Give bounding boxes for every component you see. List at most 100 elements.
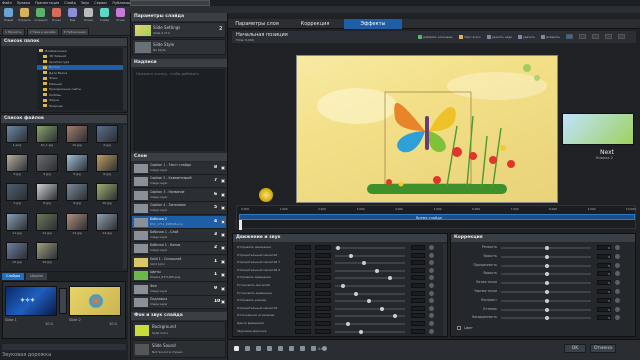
- view-mode-icon[interactable]: [591, 34, 599, 39]
- motion-field-a[interactable]: [295, 283, 311, 288]
- reset-icon[interactable]: [615, 280, 620, 286]
- motion-slider-knob[interactable]: [346, 322, 350, 326]
- motion-field-a[interactable]: [295, 275, 311, 281]
- timeline-playhead[interactable]: [239, 220, 242, 230]
- motion-field-b[interactable]: [315, 298, 331, 304]
- view-mode-icon[interactable]: [565, 34, 573, 39]
- slide-tab[interactable]: Шкала: [26, 273, 47, 280]
- motion-field-a[interactable]: [295, 305, 311, 311]
- file-item[interactable]: 6.jpg: [93, 154, 121, 181]
- layer-visible-checkbox[interactable]: [221, 206, 225, 211]
- motion-slider[interactable]: [335, 291, 405, 296]
- file-item[interactable]: 11.jpg: [3, 212, 31, 240]
- correction-slider[interactable]: [501, 298, 591, 303]
- motion-field-a[interactable]: [295, 267, 311, 273]
- file-item[interactable]: 10.jpg: [93, 183, 121, 210]
- layer-visible-checkbox[interactable]: [221, 259, 225, 264]
- editor-tab[interactable]: Коррекция: [286, 19, 344, 29]
- motion-field-b[interactable]: [315, 328, 331, 334]
- reset-icon[interactable]: [615, 271, 620, 277]
- editor-tab[interactable]: Параметры слоя: [228, 19, 286, 29]
- file-item[interactable]: 1.png: [3, 125, 31, 152]
- layer-visible-checkbox[interactable]: [221, 286, 225, 291]
- loop-icon[interactable]: [278, 346, 283, 351]
- motion-slider-knob[interactable]: [380, 306, 384, 311]
- motion-slider-knob[interactable]: [349, 253, 353, 258]
- cancel-button[interactable]: Отмена: [590, 344, 616, 353]
- preview-tool[interactable]: добавить: [541, 34, 560, 39]
- file-item[interactable]: 9.jpg: [63, 183, 91, 210]
- toolbar-button[interactable]: Слайд: [98, 8, 111, 22]
- motion-field-b[interactable]: [315, 283, 331, 288]
- layer-visible-checkbox[interactable]: [221, 246, 225, 251]
- file-item[interactable]: 10_1.jpg: [33, 125, 61, 152]
- correction-slider[interactable]: [501, 246, 591, 250]
- correction-slider-knob[interactable]: [545, 316, 549, 321]
- motion-slider-knob[interactable]: [362, 261, 366, 266]
- view-mode-icon[interactable]: [617, 34, 625, 39]
- motion-field-c[interactable]: [411, 283, 425, 288]
- reset-icon[interactable]: [429, 267, 434, 273]
- motion-field-b[interactable]: [315, 313, 331, 319]
- file-item[interactable]: 3.jpg: [3, 154, 31, 181]
- correction-value[interactable]: 0: [597, 289, 611, 294]
- color-checkbox[interactable]: [457, 326, 461, 330]
- correction-slider[interactable]: [501, 254, 591, 259]
- preview-canvas[interactable]: [296, 55, 558, 203]
- correction-slider-knob[interactable]: [545, 307, 549, 312]
- motion-field-b[interactable]: [315, 321, 331, 326]
- toolbar-button[interactable]: Сохранить: [34, 8, 48, 22]
- reset-icon[interactable]: [615, 245, 620, 250]
- file-item[interactable]: 16.jpg: [33, 241, 61, 269]
- reset-icon[interactable]: [615, 253, 620, 259]
- reset-icon[interactable]: [429, 328, 434, 334]
- layer-visible-checkbox[interactable]: [221, 233, 225, 237]
- layer-item[interactable]: Caption 1 - Текст слайда Image Layer 8: [132, 162, 226, 175]
- correction-value[interactable]: 0: [597, 306, 611, 312]
- reset-icon[interactable]: [429, 313, 434, 319]
- motion-field-a[interactable]: [295, 290, 311, 296]
- motion-slider-knob[interactable]: [354, 291, 358, 296]
- motion-field-c[interactable]: [411, 313, 425, 319]
- preview-tool[interactable]: добавить ключевые: [418, 34, 453, 39]
- reset-icon[interactable]: [429, 245, 434, 250]
- correction-slider[interactable]: [501, 316, 591, 321]
- motion-slider[interactable]: [335, 246, 405, 250]
- correction-value[interactable]: 0: [597, 245, 611, 250]
- reset-icon[interactable]: [429, 260, 434, 266]
- correction-value[interactable]: 0: [597, 315, 611, 321]
- toolbar-button[interactable]: Вид: [66, 8, 79, 22]
- fullscreen-icon[interactable]: [289, 346, 294, 351]
- correction-slider-knob[interactable]: [545, 281, 549, 286]
- motion-slider[interactable]: [335, 253, 405, 258]
- motion-field-b[interactable]: [315, 252, 331, 258]
- file-item[interactable]: 15.jpg: [3, 241, 31, 269]
- correction-slider[interactable]: [501, 290, 591, 294]
- reset-icon[interactable]: [615, 297, 620, 303]
- motion-field-c[interactable]: [411, 305, 425, 311]
- motion-slider[interactable]: [335, 276, 405, 281]
- correction-value[interactable]: 0: [597, 280, 611, 286]
- folder-scrollbar[interactable]: [123, 48, 127, 110]
- motion-slider-knob[interactable]: [393, 314, 397, 319]
- motion-slider-knob[interactable]: [388, 276, 392, 281]
- file-item[interactable]: 2.jpg: [93, 125, 121, 152]
- reset-icon[interactable]: [429, 275, 434, 281]
- motion-field-b[interactable]: [315, 245, 331, 250]
- motion-slider-knob[interactable]: [375, 268, 379, 273]
- preview-tool[interactable]: сброс всего: [458, 34, 481, 39]
- motion-field-b[interactable]: [315, 305, 331, 311]
- toolbar-button[interactable]: Стиль: [114, 8, 127, 22]
- correction-value[interactable]: 0: [597, 297, 611, 303]
- file-item[interactable]: 4.jpg: [33, 154, 61, 181]
- stop-icon[interactable]: [245, 346, 250, 351]
- motion-slider[interactable]: [335, 322, 405, 326]
- motion-field-a[interactable]: [295, 321, 311, 326]
- correction-slider-knob[interactable]: [545, 272, 549, 277]
- layer-item[interactable]: Caption 2 - Комментарий Image Layer 7: [132, 175, 226, 189]
- toolbar-button[interactable]: Открыть: [18, 8, 31, 22]
- layer-visible-checkbox[interactable]: [221, 192, 225, 197]
- timeline-key-track[interactable]: Время слайда: [239, 214, 635, 220]
- next-icon[interactable]: [267, 346, 272, 351]
- editor-tab[interactable]: Эффекты: [344, 19, 402, 29]
